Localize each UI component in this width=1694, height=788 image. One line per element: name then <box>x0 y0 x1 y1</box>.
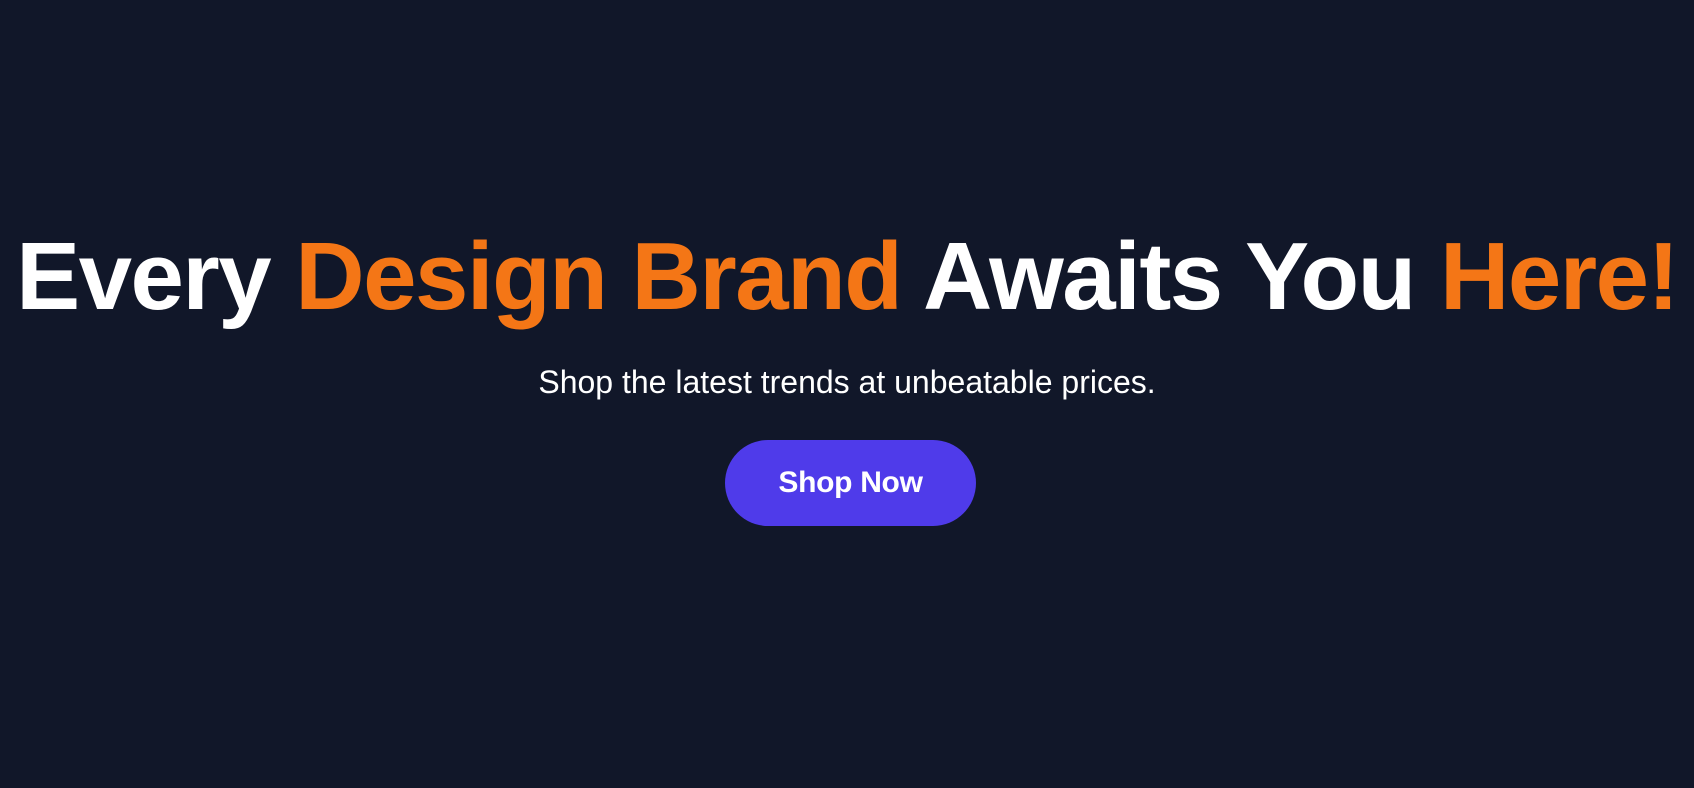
headline-text-awaits-you: Awaits You <box>901 223 1440 330</box>
headline-accent-here: Here! <box>1439 223 1679 330</box>
headline-accent-design-brand: Design Brand <box>295 223 903 330</box>
hero-section: Every Design Brand Awaits You Here! Shop… <box>0 0 1694 788</box>
hero-headline: Every Design Brand Awaits You Here! <box>0 222 1694 332</box>
shop-now-button[interactable]: Shop Now <box>725 440 976 526</box>
hero-subtitle: Shop the latest trends at unbeatable pri… <box>538 364 1156 400</box>
headline-text-every: Every <box>16 223 296 330</box>
